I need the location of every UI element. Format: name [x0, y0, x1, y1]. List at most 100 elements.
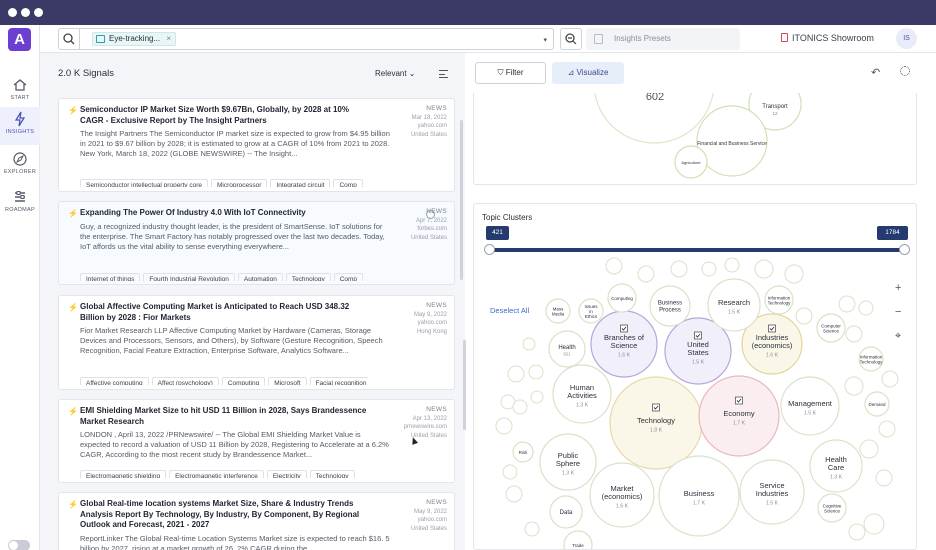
small-cluster-bubble[interactable]	[502, 464, 518, 480]
small-cluster-bubble[interactable]	[875, 469, 893, 487]
signal-card[interactable]: ⚡ Expanding The Power Of Industry 4.0 Wi…	[58, 201, 455, 285]
tag[interactable]: Microsoft	[268, 377, 307, 385]
cluster-bubble[interactable]: HumanActivities1.3 K	[552, 364, 612, 424]
small-cluster-bubble[interactable]	[845, 325, 863, 343]
tag[interactable]: Integrated circuit	[270, 179, 331, 187]
nav-start[interactable]: START	[0, 73, 40, 111]
cluster-bubble[interactable]: Management 1.5 K	[780, 376, 840, 436]
cluster-bubble[interactable]: IssuesinEthics	[578, 298, 604, 324]
small-cluster-bubble[interactable]	[859, 439, 879, 459]
small-cluster-bubble[interactable]	[844, 376, 864, 396]
small-cluster-bubble[interactable]	[838, 295, 856, 313]
tag[interactable]: Affect (psychology)	[151, 377, 219, 385]
small-cluster-bubble[interactable]	[754, 259, 774, 279]
search-button[interactable]	[58, 28, 80, 50]
window-dot-close[interactable]	[8, 8, 17, 17]
nav-roadmap[interactable]: ROADMAP	[0, 185, 40, 223]
insights-presets-dropdown[interactable]: Insights Presets	[586, 28, 740, 50]
tag[interactable]: Electricity	[266, 470, 307, 478]
checkbox-icon[interactable]	[620, 324, 628, 333]
cluster-bubble[interactable]: Health821	[548, 330, 586, 368]
avatar[interactable]: IS	[896, 28, 917, 49]
checkbox-icon[interactable]	[735, 396, 743, 405]
small-cluster-bubble[interactable]	[524, 521, 540, 537]
checkbox-icon[interactable]	[694, 331, 702, 340]
tag[interactable]: Automation	[237, 273, 283, 281]
checkbox-icon[interactable]	[652, 403, 660, 412]
cluster-bubble[interactable]: Economy 1.7 K	[698, 375, 780, 457]
signal-card[interactable]: ⚡ Semiconductor IP Market Size Worth $9.…	[58, 98, 455, 192]
cluster-bubble[interactable]: Research 1.5 K	[707, 278, 761, 332]
list-scrollbar[interactable]	[460, 120, 463, 280]
tag[interactable]: Fourth Industrial Revolution	[143, 273, 235, 281]
chevron-down-icon[interactable]: ▾	[543, 36, 547, 44]
signal-title[interactable]: EMI Shielding Market Size to hit USD 11 …	[80, 406, 372, 427]
app-logo[interactable]: A	[8, 28, 31, 51]
sort-icon[interactable]	[439, 70, 448, 78]
cluster-bubble[interactable]: Data	[549, 495, 583, 529]
signal-title[interactable]: Expanding The Power Of Industry 4.0 With…	[80, 208, 372, 219]
signal-title[interactable]: Global Affective Computing Market is Ant…	[80, 302, 372, 323]
small-cluster-bubble[interactable]	[637, 265, 655, 283]
small-cluster-bubble[interactable]	[522, 337, 536, 351]
small-cluster-bubble[interactable]	[605, 257, 623, 275]
cluster-bubble[interactable]: CognitiveScience	[817, 493, 847, 523]
search-input[interactable]: Eye-tracking... × ▾	[79, 28, 554, 50]
small-cluster-bubble[interactable]	[528, 364, 544, 380]
signal-card[interactable]: ⚡ Global Real-time location systems Mark…	[58, 492, 455, 550]
small-cluster-bubble[interactable]	[724, 257, 740, 273]
signal-title[interactable]: Global Real-time location systems Market…	[80, 499, 372, 531]
cluster-bubble[interactable]: Risk	[512, 441, 534, 463]
search-filter-chip[interactable]: Eye-tracking... ×	[92, 32, 177, 46]
signal-card[interactable]: ⚡ Global Affective Computing Market is A…	[58, 295, 455, 390]
cluster-bubble[interactable]: Branches ofScience1.6 K	[590, 310, 658, 378]
small-cluster-bubble[interactable]	[848, 523, 866, 541]
cluster-bubble[interactable]: HealthCare1.3 K	[809, 439, 863, 493]
workspace-selector[interactable]: ITONICS Showroom	[781, 33, 874, 43]
visualize-button[interactable]: ⊿ Visualize	[552, 62, 624, 84]
small-cluster-bubble[interactable]	[784, 264, 804, 284]
cluster-bubble[interactable]: BusinessProcess	[649, 285, 691, 327]
theme-toggle[interactable]	[8, 540, 30, 550]
tag[interactable]: Electromagnetic interference	[169, 470, 264, 478]
small-cluster-bubble[interactable]	[863, 513, 885, 535]
signal-title[interactable]: Semiconductor IP Market Size Worth $9.67…	[80, 105, 372, 126]
small-cluster-bubble[interactable]	[512, 399, 528, 415]
tag[interactable]: Microprocessor	[210, 179, 268, 187]
tag[interactable]: Semiconductor intellectual property core	[80, 179, 208, 187]
tag[interactable]: Internet of things	[80, 273, 141, 281]
advanced-search-button[interactable]	[560, 28, 582, 50]
filter-button[interactable]: ⛉ Filter	[475, 62, 546, 84]
tag[interactable]: Technology	[285, 273, 331, 281]
small-cluster-bubble[interactable]	[858, 300, 874, 316]
viz-scrollbar[interactable]	[463, 340, 466, 430]
small-cluster-bubble[interactable]	[795, 307, 813, 325]
chip-close-icon[interactable]: ×	[166, 34, 171, 43]
small-cluster-bubble[interactable]	[670, 260, 688, 278]
nav-explorer[interactable]: EXPLORER	[0, 147, 40, 185]
tag[interactable]: Computing	[221, 377, 266, 385]
gear-icon[interactable]	[900, 66, 910, 76]
small-cluster-bubble[interactable]	[701, 261, 717, 277]
small-cluster-bubble[interactable]	[505, 485, 523, 503]
signal-card[interactable]: ⚡ EMI Shielding Market Size to hit USD 1…	[58, 399, 455, 483]
window-dot-maximize[interactable]	[34, 8, 43, 17]
tag[interactable]: Affective computing	[80, 377, 149, 385]
small-cluster-bubble[interactable]	[507, 365, 525, 383]
cluster-bubble[interactable]: ComputerScience	[816, 313, 846, 343]
cluster-bubble[interactable]: Computing	[607, 283, 637, 313]
cluster-bubble[interactable]: ServiceIndustries1.5 K	[739, 459, 805, 525]
cluster-bubble[interactable]: MassMedia	[545, 298, 571, 324]
cluster-bubble[interactable]: Technology 1.8 K	[609, 376, 703, 470]
cluster-bubble[interactable]: InformationTechnology	[858, 346, 884, 372]
tag[interactable]: Comp	[333, 179, 363, 187]
small-cluster-bubble[interactable]	[878, 420, 896, 438]
sort-dropdown[interactable]: Relevant ⌄	[375, 69, 416, 78]
tag[interactable]: Comp	[333, 273, 364, 281]
cluster-bubble[interactable]: Trade	[563, 530, 593, 550]
checkbox-icon[interactable]	[768, 324, 776, 333]
cluster-bubble[interactable]: InformationTechnology	[764, 285, 794, 315]
nav-insights[interactable]: INSIGHTS	[0, 107, 40, 145]
small-cluster-bubble[interactable]	[530, 390, 544, 404]
cluster-bubble[interactable]: Demand	[864, 391, 890, 417]
